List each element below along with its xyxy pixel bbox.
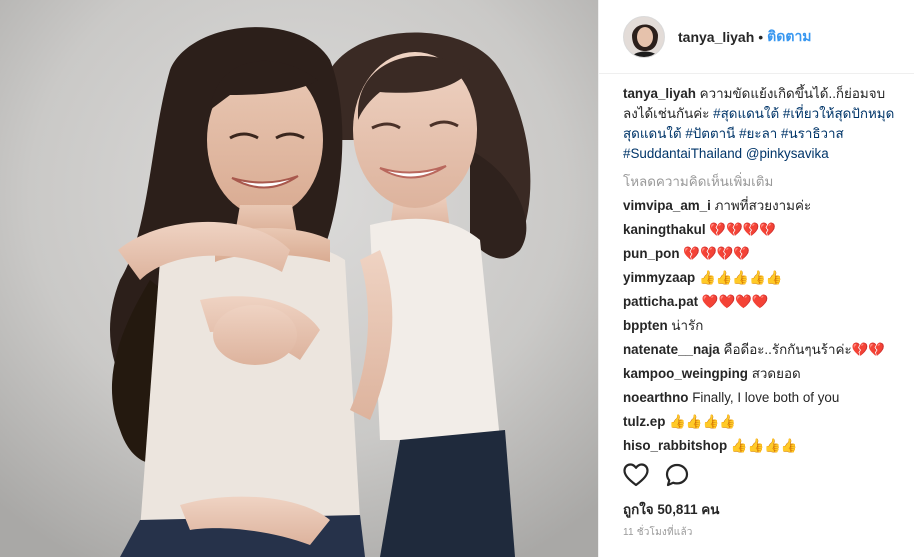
comment-username[interactable]: kampoo_weingping	[623, 366, 748, 381]
comment-username[interactable]: noearthno	[623, 390, 688, 405]
comment-username[interactable]: yimmyzaap	[623, 270, 695, 285]
broken-heart-emoji: 💔💔💔💔	[709, 222, 777, 237]
comment-username[interactable]: bppten	[623, 318, 668, 333]
post-caption: tanya_liyah ความขัดแย้งเกิดขึ้นได้..ก็ย่…	[623, 84, 899, 164]
thumbs-up-emoji: 👍👍👍👍👍	[698, 270, 783, 285]
comment-item: bppten น่ารัก	[623, 316, 899, 336]
comment-item: yimmyzaap 👍👍👍👍👍	[623, 268, 899, 288]
comment-item: kaningthakul 💔💔💔💔	[623, 220, 899, 240]
comment-item: natenate__naja คือดีอะ..รักกันๆนร้าค่ะ💔💔	[623, 340, 899, 360]
broken-heart-emoji: 💔💔💔💔	[683, 246, 750, 261]
comment-text: สวดยอด	[751, 366, 801, 381]
comment-username[interactable]: pun_pon	[623, 246, 680, 261]
comment-username[interactable]: tulz.ep	[623, 414, 665, 429]
comment-username[interactable]: vimvipa_am_i	[623, 198, 711, 213]
thumbs-up-emoji: 👍👍👍👍	[730, 438, 798, 453]
avatar[interactable]	[623, 15, 665, 58]
comment-username[interactable]: patticha.pat	[623, 294, 698, 309]
comment-username[interactable]: kaningthakul	[623, 222, 706, 237]
comments-list: tanya_liyah ความขัดแย้งเกิดขึ้นได้..ก็ย่…	[623, 84, 899, 456]
header-separator: •	[758, 28, 764, 45]
post-timestamp[interactable]: 11 ชั่วโมงที่แล้ว	[623, 525, 693, 540]
comment-item: hiso_rabbitshop 👍👍👍👍	[623, 436, 899, 456]
hashtag-link[interactable]: #ปัตตานี	[685, 126, 735, 141]
post-header: tanya_liyah • ติดตาม	[599, 0, 914, 74]
follow-button[interactable]: ติดตาม	[767, 26, 811, 48]
comment-item: vimvipa_am_i ภาพที่สวยงามค่ะ	[623, 196, 899, 216]
comment-item: kampoo_weingping สวดยอด	[623, 364, 899, 384]
load-more-comments-link[interactable]: โหลดความคิดเห็นเพิ่มเติม	[623, 172, 899, 192]
comment-username[interactable]: natenate__naja	[623, 342, 720, 357]
comment-text: ภาพที่สวยงามค่ะ	[714, 198, 812, 213]
comment-item: pun_pon 💔💔💔💔	[623, 244, 899, 264]
hashtag-link[interactable]: #นราธิวาส	[781, 126, 844, 141]
thumbs-up-emoji: 👍👍👍👍	[669, 414, 736, 429]
hashtag-link[interactable]: #SuddantaiThailand	[623, 146, 742, 161]
comment-bubble-icon[interactable]	[665, 463, 689, 487]
post-photo[interactable]	[0, 0, 598, 557]
hashtag-link[interactable]: #สุดแดนใต้	[713, 106, 779, 121]
post-side-panel: tanya_liyah • ติดตาม tanya_liyah ความขัด…	[598, 0, 914, 557]
comment-item: tulz.ep 👍👍👍👍	[623, 412, 899, 432]
heart-emoji: ❤️❤️❤️❤️	[701, 294, 769, 309]
photo-illustration	[0, 0, 598, 557]
likes-count[interactable]: ถูกใจ 50,811 คน	[623, 499, 719, 520]
comment-username[interactable]: hiso_rabbitshop	[623, 438, 727, 453]
post-actions	[623, 463, 689, 487]
hashtag-link[interactable]: #ยะลา	[739, 126, 777, 141]
heart-outline-icon[interactable]	[623, 463, 649, 487]
comment-text: น่ารัก	[671, 318, 704, 333]
comment-item: patticha.pat ❤️❤️❤️❤️	[623, 292, 899, 312]
comment-text: Finally, I love both of you	[692, 390, 840, 405]
comment-item: noearthno Finally, I love both of you	[623, 388, 899, 408]
avatar-image	[624, 16, 664, 57]
comment-text: คือดีอะ..รักกันๆนร้าค่ะ	[723, 342, 852, 357]
mention-link[interactable]: @pinkysavika	[746, 146, 829, 161]
broken-heart-emoji: 💔💔	[851, 342, 885, 357]
caption-username[interactable]: tanya_liyah	[623, 86, 696, 101]
post-author-username[interactable]: tanya_liyah	[678, 29, 754, 45]
